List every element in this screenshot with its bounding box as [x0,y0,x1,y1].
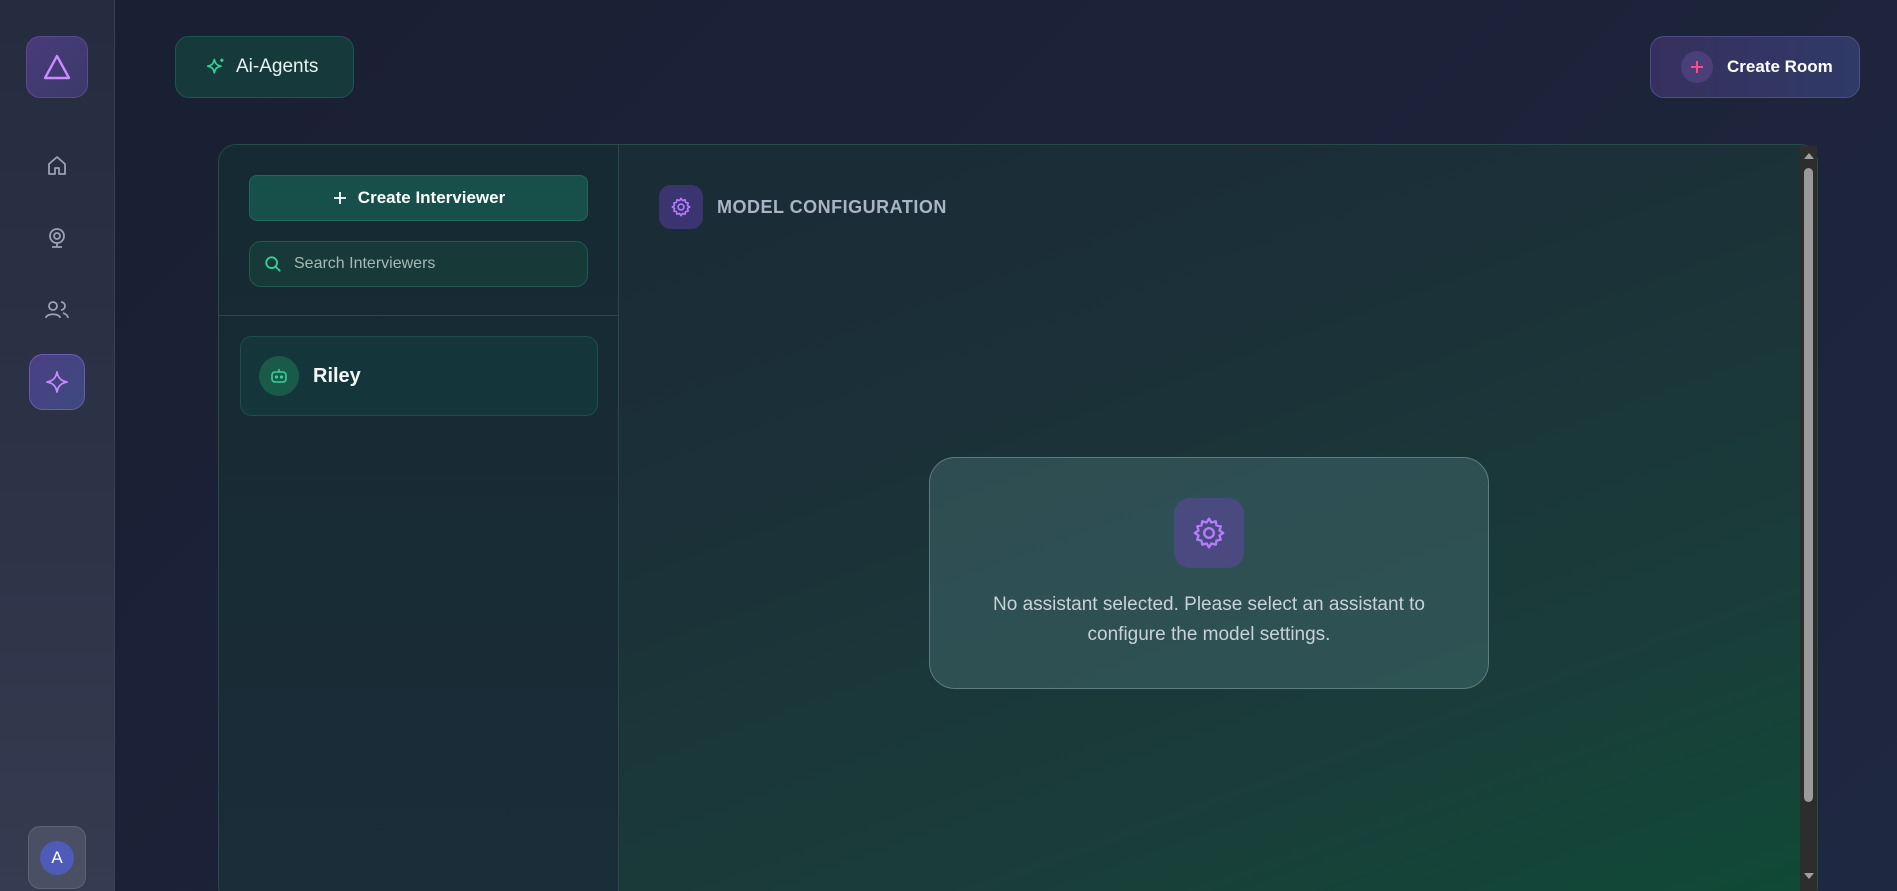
user-menu[interactable]: A [28,826,86,889]
app-root: A Ai-Agents Create Room Create Interview… [0,0,1897,891]
sparkles-icon [206,58,224,74]
create-interviewer-label: Create Interviewer [357,188,506,207]
nav-webcam[interactable] [29,210,85,266]
search-icon [265,256,281,272]
create-interviewer-button[interactable]: Create Interviewer [249,175,588,221]
nav-home[interactable] [29,138,85,194]
avatar: A [40,840,74,875]
scroll-thumb[interactable] [1804,168,1813,802]
config-header: MODEL CONFIGURATION [659,185,947,229]
create-room-label: Create Room [1727,57,1833,76]
home-icon [48,156,66,175]
sparkle-icon [46,371,68,393]
gear-icon [1174,498,1244,568]
webcam-icon [49,228,65,248]
plus-icon [1681,51,1713,83]
empty-state-message: No assistant selected. Please select an … [993,594,1425,645]
triangle-logo-icon [43,54,71,80]
scroll-down-arrow[interactable] [1804,873,1814,879]
ai-agents-pill[interactable]: Ai-Agents [175,36,354,98]
bot-icon [259,356,299,396]
plus-icon [333,192,346,204]
nav-ai-agents[interactable] [29,354,85,410]
list-item[interactable]: Riley [240,336,598,416]
sidebar: A [0,0,115,891]
scrollbar[interactable] [1800,146,1817,891]
create-room-button[interactable]: Create Room [1650,36,1860,98]
search-box [249,241,588,287]
interviewer-panel: Create Interviewer Riley [218,144,1818,891]
app-logo[interactable] [26,36,88,98]
nav-users[interactable] [29,282,85,338]
ai-agents-label: Ai-Agents [236,56,319,77]
users-icon [45,301,69,319]
interviewer-list-column: Create Interviewer Riley [219,145,619,891]
search-input[interactable] [294,255,574,273]
empty-state-card: No assistant selected. Please select an … [929,457,1489,689]
divider [219,315,619,316]
list-item-name: Riley [313,364,361,387]
gear-icon [659,185,703,229]
scroll-up-arrow[interactable] [1804,153,1814,159]
config-title: MODEL CONFIGURATION [717,196,947,217]
